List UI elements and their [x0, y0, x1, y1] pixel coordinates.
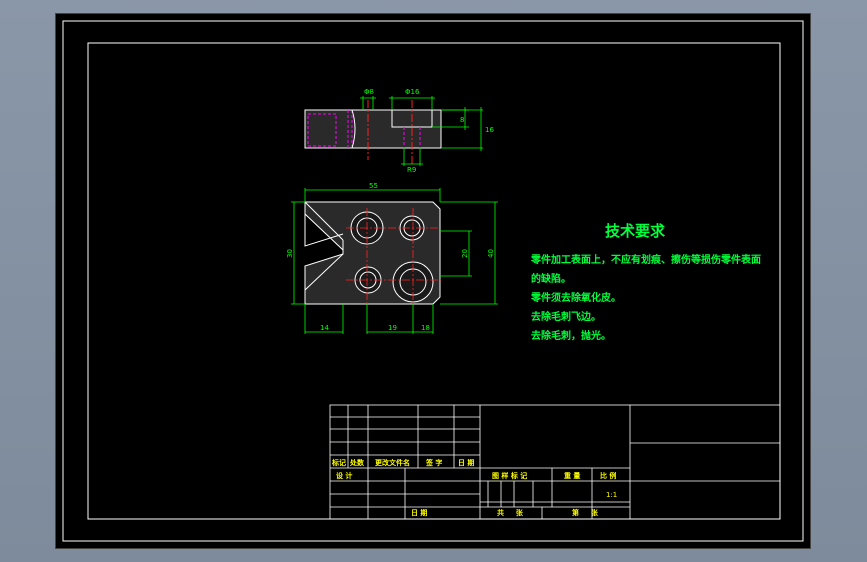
tb-weight: 重 量 — [564, 471, 580, 480]
tb-rev-date: 日 期 — [458, 458, 474, 467]
tb-rev-doc: 更改文件名 — [375, 458, 410, 467]
dim-h-small: 8 — [460, 116, 464, 124]
drawing-sheet: Φ8 Φ16 8 16 R9 55 30 40 20 14 19 18 标记 处… — [56, 14, 810, 548]
tb-rev-count: 处数 — [349, 458, 365, 467]
tech-req-line-4: 去除毛刺飞边。 — [531, 312, 601, 323]
tb-rev-sign: 签 字 — [425, 458, 442, 467]
tb-stage-mark: 图 样 标 记 — [492, 471, 527, 480]
tech-requirements-title: 技术要求 — [605, 222, 666, 240]
tech-req-line-3: 零件须去除氧化皮。 — [531, 293, 621, 304]
dim-bottom-right: 18 — [421, 324, 430, 332]
cad-drawing: Φ8 Φ16 8 16 R9 55 30 40 20 14 19 18 标记 处… — [62, 20, 804, 542]
tb-scale-value: 1:1 — [606, 491, 617, 499]
dim-d-left: Φ8 — [364, 88, 374, 96]
tech-req-line-5: 去除毛刺，抛光。 — [531, 331, 611, 342]
dim-h-total: 16 — [485, 126, 494, 134]
tb-date: 日 期 — [411, 508, 427, 517]
dim-width-total: 55 — [369, 182, 378, 190]
top-view — [304, 96, 483, 166]
tb-sheet-no: 第 张 — [572, 508, 599, 517]
dim-bottom-mid: 19 — [388, 324, 397, 332]
dim-bottom-left: 14 — [320, 324, 329, 332]
dim-height-mid: 20 — [461, 249, 469, 258]
tb-design: 设 计 — [336, 471, 352, 480]
tech-req-line-1: 零件加工表面上，不应有划痕、擦伤等损伤零件表面 — [531, 255, 761, 266]
dim-height-right: 40 — [487, 249, 495, 258]
tech-req-line-2: 的缺陷。 — [531, 274, 571, 285]
tb-rev-mark: 标记 — [331, 458, 346, 467]
tb-scale-label: 比 例 — [600, 471, 616, 480]
tb-sheet-total: 共 张 — [497, 508, 524, 517]
dim-height-left: 30 — [286, 249, 294, 258]
dim-d-mid: Φ16 — [405, 88, 420, 96]
front-view — [291, 188, 498, 334]
dim-w-bottom: R9 — [407, 166, 416, 174]
